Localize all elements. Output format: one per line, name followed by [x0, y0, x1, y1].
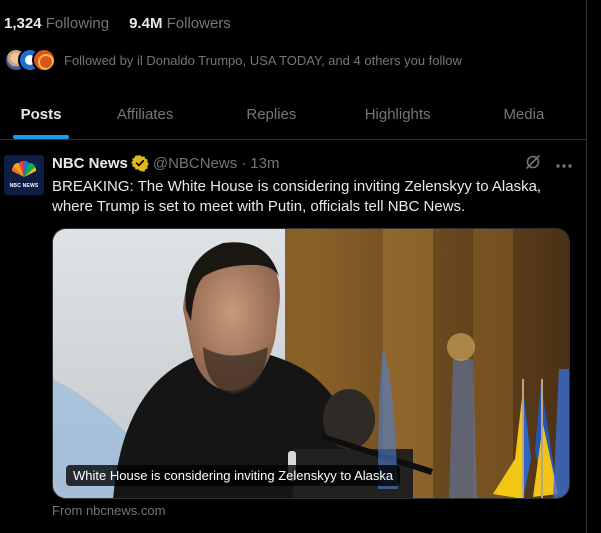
followers-stat[interactable]: 9.4M Followers	[129, 15, 231, 32]
tab-media[interactable]: Media	[461, 90, 587, 139]
card-source[interactable]: From nbcnews.com	[52, 503, 165, 518]
tweet-actions	[525, 154, 573, 175]
author-avatar[interactable]: NBC NEWS	[4, 155, 44, 195]
followed-by-text: Followed by il Donaldo Trumpo, USA TODAY…	[64, 52, 462, 68]
grok-icon[interactable]	[525, 154, 541, 175]
link-card[interactable]: White House is considering inviting Zele…	[52, 228, 570, 499]
followers-label: Followers	[166, 15, 231, 32]
followed-by-row[interactable]: Followed by il Donaldo Trumpo, USA TODAY…	[4, 47, 462, 73]
author-handle[interactable]: @NBCNews	[153, 155, 237, 172]
tweet-text: BREAKING: The White House is considering…	[52, 178, 542, 215]
tweet-header: NBC News @NBCNews · 13m	[52, 154, 279, 172]
profile-tabs: Posts Affiliates Replies Highlights Medi…	[0, 90, 587, 140]
follower-avatars	[4, 47, 56, 73]
followers-count: 9.4M	[129, 15, 163, 32]
verified-badge-icon[interactable]	[130, 154, 149, 172]
logo-label: NBC NEWS	[9, 183, 39, 189]
tab-affiliates[interactable]: Affiliates	[82, 90, 208, 139]
avatar	[32, 48, 56, 72]
tab-replies[interactable]: Replies	[208, 90, 334, 139]
author-name[interactable]: NBC News	[52, 155, 128, 172]
more-icon[interactable]	[555, 157, 573, 173]
following-count: 1,324	[4, 15, 42, 32]
separator-dot: ·	[241, 154, 247, 172]
news-photo	[53, 229, 569, 498]
tab-highlights[interactable]: Highlights	[335, 90, 461, 139]
follow-stats: 1,324 Following 9.4M Followers	[4, 15, 231, 32]
profile-timeline: 1,324 Following 9.4M Followers Followed …	[0, 0, 587, 533]
card-caption: White House is considering inviting Zele…	[66, 465, 401, 486]
peacock-logo-icon	[11, 160, 37, 177]
following-label: Following	[45, 15, 110, 32]
tab-posts[interactable]: Posts	[0, 90, 82, 139]
tweet-timestamp[interactable]: 13m	[250, 155, 279, 172]
following-stat[interactable]: 1,324 Following	[4, 15, 109, 32]
